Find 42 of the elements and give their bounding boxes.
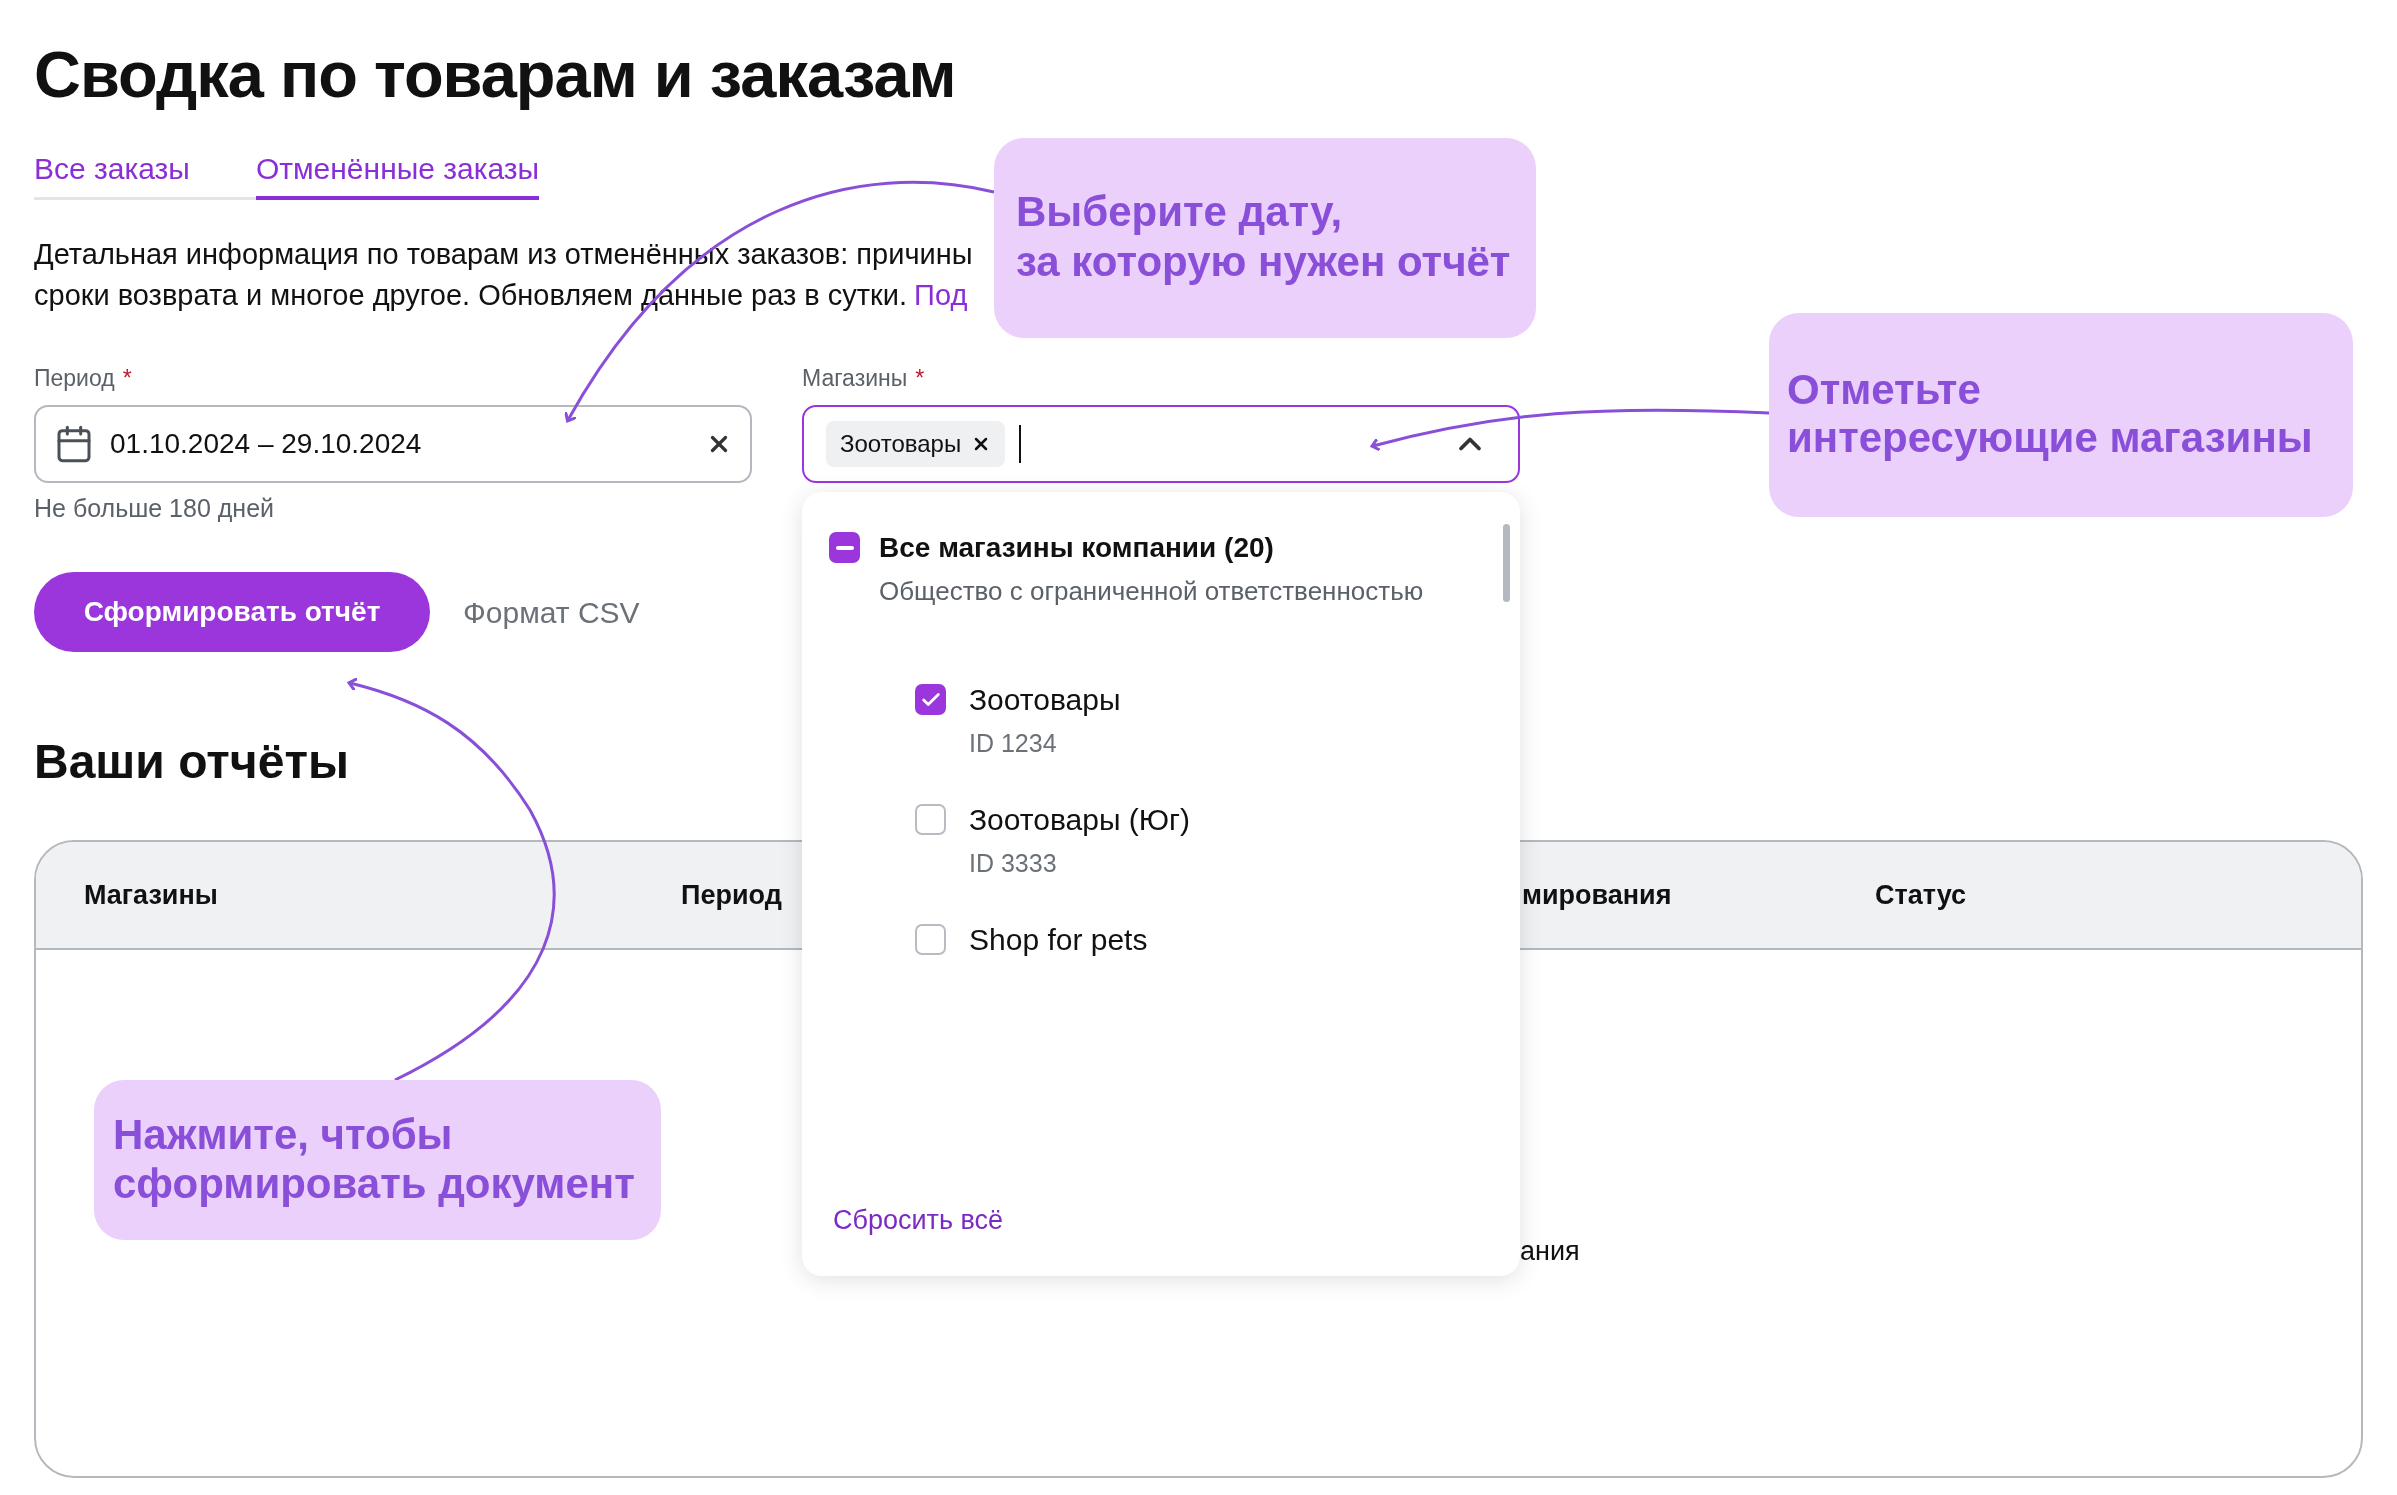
- format-label: Формат CSV: [463, 594, 640, 631]
- column-header: Период: [681, 879, 782, 910]
- shops-select[interactable]: Зоотовары: [802, 405, 1520, 483]
- option-subtitle: ID 3333: [969, 849, 1057, 877]
- tab[interactable]: Все заказы: [34, 140, 190, 200]
- callout-text: Выберите дату,: [1016, 187, 1343, 237]
- field-hint: Не больше 180 дней: [34, 495, 274, 521]
- callout-text: сформировать документ: [113, 1159, 635, 1208]
- option-label[interactable]: Shop for pets: [969, 924, 1148, 956]
- callout-text: за которую нужен отчёт: [1016, 237, 1511, 287]
- option-subtitle: ID 1234: [969, 729, 1057, 757]
- shop-chip[interactable]: Зоотовары: [826, 421, 1006, 467]
- column-header: мирования: [1522, 879, 1672, 910]
- empty-state-text: ания: [1520, 1236, 1580, 1266]
- column-header: Магазины: [84, 879, 218, 910]
- date-range-value: 01.10.2024 – 29.10.2024: [110, 427, 423, 461]
- date-range-field[interactable]: 01.10.2024 – 29.10.2024: [34, 405, 752, 483]
- link[interactable]: Под: [914, 275, 968, 316]
- field-label: Период: [34, 364, 115, 392]
- callout-text: Отметьте: [1787, 366, 1981, 414]
- checkbox[interactable]: [915, 684, 946, 715]
- option-subtitle: Общество с ограниченной ответственностью: [879, 577, 1424, 605]
- callout-text: Нажмите, чтобы: [113, 1110, 453, 1159]
- column-header: Статус: [1875, 879, 1966, 910]
- field-label: Магазины: [802, 364, 908, 392]
- reset-all-link[interactable]: Сбросить всё: [833, 1204, 1004, 1236]
- minus-icon: [835, 545, 854, 550]
- section-title: Ваши отчёты: [34, 734, 349, 790]
- text-cursor: [1019, 425, 1022, 463]
- option-label[interactable]: Все магазины компании (20): [879, 532, 1274, 564]
- generate-report-button[interactable]: Сформировать отчёт: [34, 572, 430, 652]
- page-title: Сводка по товарам и заказам: [34, 42, 956, 108]
- callout-text: интересующие магазины: [1787, 414, 2313, 462]
- scrollbar[interactable]: [1503, 524, 1510, 602]
- checkbox[interactable]: [915, 804, 946, 835]
- tab[interactable]: Отменённые заказы: [255, 140, 540, 200]
- required-mark: *: [122, 364, 132, 392]
- required-mark: *: [915, 364, 925, 392]
- checkbox[interactable]: [829, 532, 860, 563]
- option-label[interactable]: Зоотовары (Юг): [969, 804, 1190, 836]
- option-label[interactable]: Зоотовары: [969, 684, 1121, 716]
- checkbox[interactable]: [915, 924, 946, 955]
